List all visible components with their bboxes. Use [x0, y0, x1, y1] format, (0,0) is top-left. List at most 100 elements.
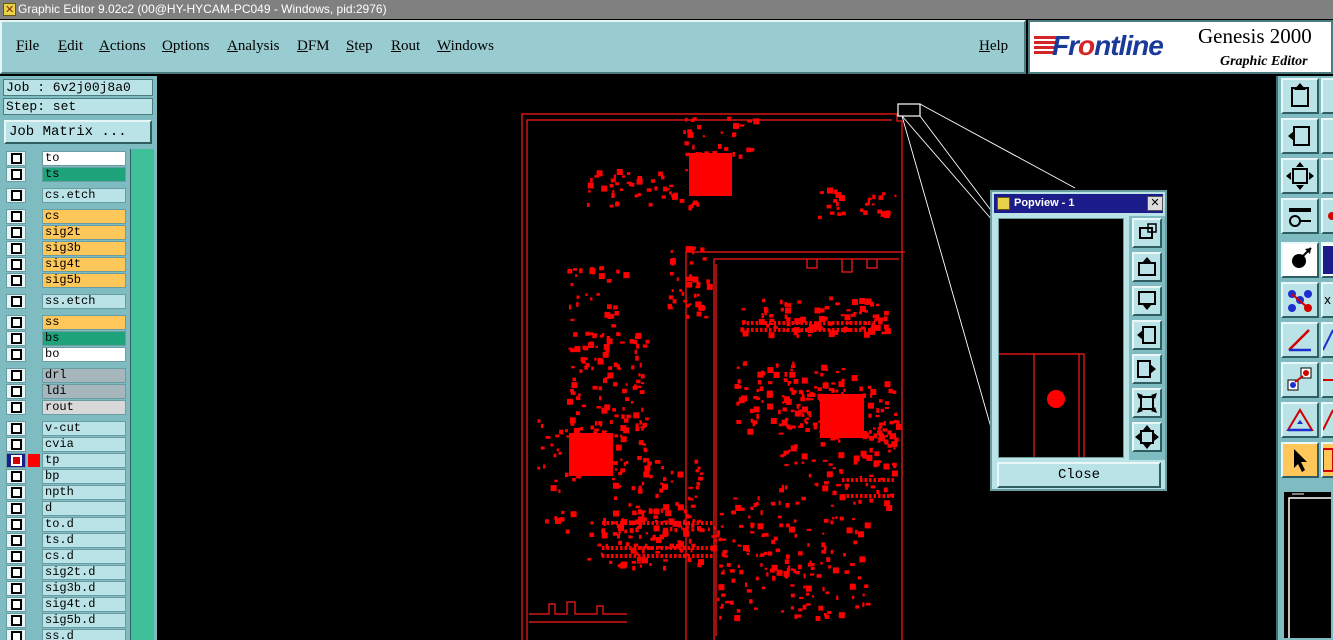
layer-display-checkbox[interactable]: [11, 349, 22, 360]
layer-row-cs[interactable]: cs: [6, 209, 126, 224]
line-tool-icon[interactable]: [1321, 242, 1333, 278]
layer-row-rout[interactable]: rout: [6, 400, 126, 415]
layer-name[interactable]: cvia: [42, 437, 126, 452]
view-extra3-icon[interactable]: [1321, 158, 1333, 194]
layer-display-checkbox[interactable]: [11, 333, 22, 344]
layer-display-checkbox[interactable]: [11, 317, 22, 328]
layer-name[interactable]: rout: [42, 400, 126, 415]
layer-row-sig3b[interactable]: sig3b: [6, 241, 126, 256]
layer-display-checkbox[interactable]: [11, 423, 22, 434]
layer-display-checkbox[interactable]: [11, 259, 22, 270]
layer-display-checkbox[interactable]: [11, 370, 22, 381]
layer-display-checkbox[interactable]: [11, 243, 22, 254]
popview-close-button[interactable]: Close: [997, 462, 1161, 488]
popview-zoom-home-icon[interactable]: [1132, 218, 1162, 248]
pointer-tool2-icon[interactable]: [1321, 442, 1333, 478]
layer-row-ss-d[interactable]: ss.d: [6, 629, 126, 640]
layer-name[interactable]: cs.d: [42, 549, 126, 564]
layer-name[interactable]: to.d: [42, 517, 126, 532]
layer-name[interactable]: d: [42, 501, 126, 516]
layer-display-checkbox[interactable]: [11, 402, 22, 413]
popview-pan-left-icon[interactable]: [1132, 320, 1162, 350]
view-home-icon[interactable]: [1281, 78, 1319, 114]
menu-rout[interactable]: Rout: [391, 38, 420, 55]
menu-options[interactable]: Options: [162, 38, 210, 55]
menu-actions[interactable]: Actions: [99, 38, 146, 55]
layer-row-sig4t-d[interactable]: sig4t.d: [6, 597, 126, 612]
layer-list-scrollbar[interactable]: [130, 149, 154, 640]
layer-display-checkbox[interactable]: [11, 567, 22, 578]
layer-display-checkbox[interactable]: [11, 487, 22, 498]
view-extra-icon[interactable]: [1321, 78, 1333, 114]
layer-display-checkbox[interactable]: [11, 439, 22, 450]
layer-name[interactable]: ts: [42, 167, 126, 182]
layer-display-checkbox[interactable]: [11, 386, 22, 397]
layer-display-checkbox[interactable]: [11, 190, 22, 201]
layer-row-ldi[interactable]: ldi: [6, 384, 126, 399]
layer-row-sig2t-d[interactable]: sig2t.d: [6, 565, 126, 580]
draw-line2-icon[interactable]: [1321, 322, 1333, 358]
layer-row-d[interactable]: d: [6, 501, 126, 516]
layer-name[interactable]: sig5b.d: [42, 613, 126, 628]
layer-display-checkbox[interactable]: [11, 551, 22, 562]
layer-row-sig5b-d[interactable]: sig5b.d: [6, 613, 126, 628]
layer-name[interactable]: sig5b: [42, 273, 126, 288]
pointer-tool-icon[interactable]: [1281, 442, 1319, 478]
draw-line-icon[interactable]: [1281, 322, 1319, 358]
layer-display-checkbox[interactable]: [11, 211, 22, 222]
layer-display-checkbox[interactable]: [11, 519, 22, 530]
add-pad2-icon[interactable]: [1321, 362, 1333, 398]
layer-row-to-d[interactable]: to.d: [6, 517, 126, 532]
layer-display-checkbox[interactable]: [11, 153, 22, 164]
layer-row-v-cut[interactable]: v-cut: [6, 421, 126, 436]
net-connect-icon[interactable]: [1281, 282, 1319, 318]
menu-edit[interactable]: Edit: [58, 38, 83, 55]
layer-display-checkbox[interactable]: [11, 503, 22, 514]
layer-row-sig2t[interactable]: sig2t: [6, 225, 126, 240]
layer-display-checkbox[interactable]: [11, 631, 22, 640]
layer-row-bo[interactable]: bo: [6, 347, 126, 362]
layer-display-checkbox[interactable]: [11, 471, 22, 482]
layer-display-checkbox[interactable]: [11, 296, 22, 307]
layer-name[interactable]: cs.etch: [42, 188, 126, 203]
layer-display-checkbox[interactable]: [11, 455, 22, 466]
layer-row-drl[interactable]: drl: [6, 368, 126, 383]
layer-name[interactable]: npth: [42, 485, 126, 500]
popview-pan-right-icon[interactable]: [1132, 354, 1162, 384]
zoom-fit-icon[interactable]: [1281, 158, 1319, 194]
layer-display-checkbox[interactable]: [11, 615, 22, 626]
view-extra2-icon[interactable]: [1321, 118, 1333, 154]
popview-pan-up-icon[interactable]: [1132, 252, 1162, 282]
layer-name[interactable]: sig2t.d: [42, 565, 126, 580]
add-pad-icon[interactable]: [1281, 362, 1319, 398]
draw-polygon2-icon[interactable]: [1321, 402, 1333, 438]
menu-dfm[interactable]: DFM: [297, 38, 330, 55]
layer-row-bp[interactable]: bp: [6, 469, 126, 484]
layer-row-cs-etch[interactable]: cs.etch: [6, 188, 126, 203]
layer-name[interactable]: bo: [42, 347, 126, 362]
layer-row-ss[interactable]: ss: [6, 315, 126, 330]
layer-display-checkbox[interactable]: [11, 227, 22, 238]
select-feature-icon[interactable]: [1281, 242, 1319, 278]
layer-row-tp[interactable]: tp: [6, 453, 126, 468]
layer-name[interactable]: bs: [42, 331, 126, 346]
menu-step[interactable]: Step: [346, 38, 373, 55]
menu-analysis[interactable]: Analysis: [227, 38, 280, 55]
layer-name[interactable]: bp: [42, 469, 126, 484]
layer-name[interactable]: drl: [42, 368, 126, 383]
layer-name[interactable]: sig4t: [42, 257, 126, 272]
layer-row-ts[interactable]: ts: [6, 167, 126, 182]
layer-row-ss-etch[interactable]: ss.etch: [6, 294, 126, 309]
layer-display-checkbox[interactable]: [11, 599, 22, 610]
menu-file[interactable]: File: [16, 38, 39, 55]
draw-polygon-icon[interactable]: [1281, 402, 1319, 438]
layer-name[interactable]: ss: [42, 315, 126, 330]
layer-name[interactable]: ss.etch: [42, 294, 126, 309]
view-extra4-icon[interactable]: [1321, 198, 1333, 234]
layer-name[interactable]: tp: [42, 453, 126, 468]
layer-row-ts-d[interactable]: ts.d: [6, 533, 126, 548]
layer-name[interactable]: sig4t.d: [42, 597, 126, 612]
layer-row-sig4t[interactable]: sig4t: [6, 257, 126, 272]
layer-row-sig3b-d[interactable]: sig3b.d: [6, 581, 126, 596]
close-tool-icon[interactable]: x: [1321, 282, 1333, 318]
